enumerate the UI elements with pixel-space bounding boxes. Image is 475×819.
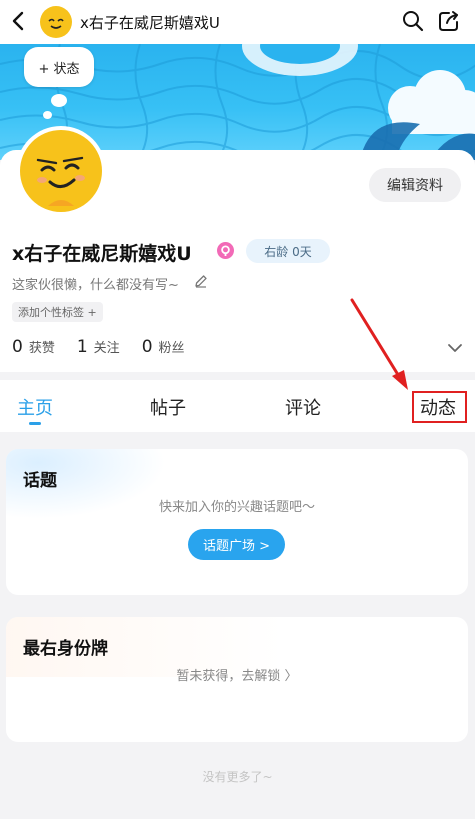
profile-bio[interactable]: 这家伙很懒，什么都没有写~ bbox=[12, 274, 179, 293]
status-button[interactable]: + 状态 bbox=[24, 47, 94, 87]
badge-card-title: 最右身份牌 bbox=[23, 639, 108, 659]
no-more-text: 没有更多了~ bbox=[202, 770, 273, 784]
pencil-icon[interactable] bbox=[194, 274, 208, 288]
tab-home[interactable]: 主页 bbox=[17, 394, 53, 420]
avatar-face-icon bbox=[36, 156, 85, 206]
stat-label: 粉丝 bbox=[158, 341, 185, 356]
profile-tabs: 主页 帖子 评论 动态 bbox=[0, 380, 475, 432]
share-icon bbox=[439, 11, 458, 31]
avatar bbox=[20, 130, 102, 212]
topics-card-title: 话题 bbox=[23, 471, 57, 491]
profile-name: x右子在威尼斯嬉戏U bbox=[12, 243, 192, 265]
share-button[interactable] bbox=[437, 9, 461, 33]
thought-bubble-dot bbox=[51, 94, 67, 107]
tab-comments[interactable]: 评论 bbox=[285, 394, 321, 420]
add-tag-button[interactable]: 添加个性标签 + bbox=[12, 302, 103, 322]
page-title: x右子在威尼斯嬉戏U bbox=[80, 14, 220, 32]
search-button[interactable] bbox=[401, 9, 425, 33]
header-avatar[interactable] bbox=[40, 6, 72, 38]
topics-card: 话题 快来加入你的兴趣话题吧〜 话题广场 > bbox=[6, 449, 468, 595]
stat-label: 关注 bbox=[93, 341, 120, 356]
identity-badge-card: 最右身份牌 暂未获得，去解锁 〉 bbox=[6, 617, 468, 742]
stat-number: 0 bbox=[12, 337, 23, 357]
identity-badge-icon[interactable] bbox=[217, 242, 234, 259]
tab-posts[interactable]: 帖子 bbox=[150, 394, 186, 420]
annotation-highlight-box bbox=[412, 391, 467, 423]
unlock-badge-link[interactable]: 暂未获得，去解锁 〉 bbox=[6, 665, 468, 684]
thought-bubble-dot bbox=[43, 111, 52, 119]
profile-avatar[interactable] bbox=[16, 126, 106, 216]
profile-stats: 0 获赞 1 关注 0 粉丝 bbox=[12, 337, 207, 357]
chevron-left-icon bbox=[12, 11, 24, 31]
stat-number: 0 bbox=[141, 337, 153, 357]
topics-card-subtitle: 快来加入你的兴趣话题吧〜 bbox=[158, 500, 315, 515]
stat-label: 获赞 bbox=[28, 341, 55, 356]
top-bar: x右子在威尼斯嬉戏U bbox=[0, 0, 475, 44]
chevron-down-icon[interactable] bbox=[447, 340, 463, 356]
stat-likes[interactable]: 0 获赞 bbox=[12, 337, 55, 357]
stat-number: 1 bbox=[76, 337, 88, 357]
search-icon bbox=[403, 11, 424, 32]
edit-profile-button[interactable]: 编辑资料 bbox=[369, 168, 461, 202]
stat-followers[interactable]: 0 粉丝 bbox=[142, 337, 185, 357]
account-age-badge: 右龄 0天 bbox=[246, 239, 330, 263]
active-tab-indicator bbox=[29, 422, 41, 425]
back-button[interactable] bbox=[6, 8, 32, 34]
topic-square-button[interactable]: 话题广场 > bbox=[188, 529, 285, 560]
avatar-face-icon bbox=[48, 18, 64, 29]
stat-following[interactable]: 1 关注 bbox=[77, 337, 120, 357]
